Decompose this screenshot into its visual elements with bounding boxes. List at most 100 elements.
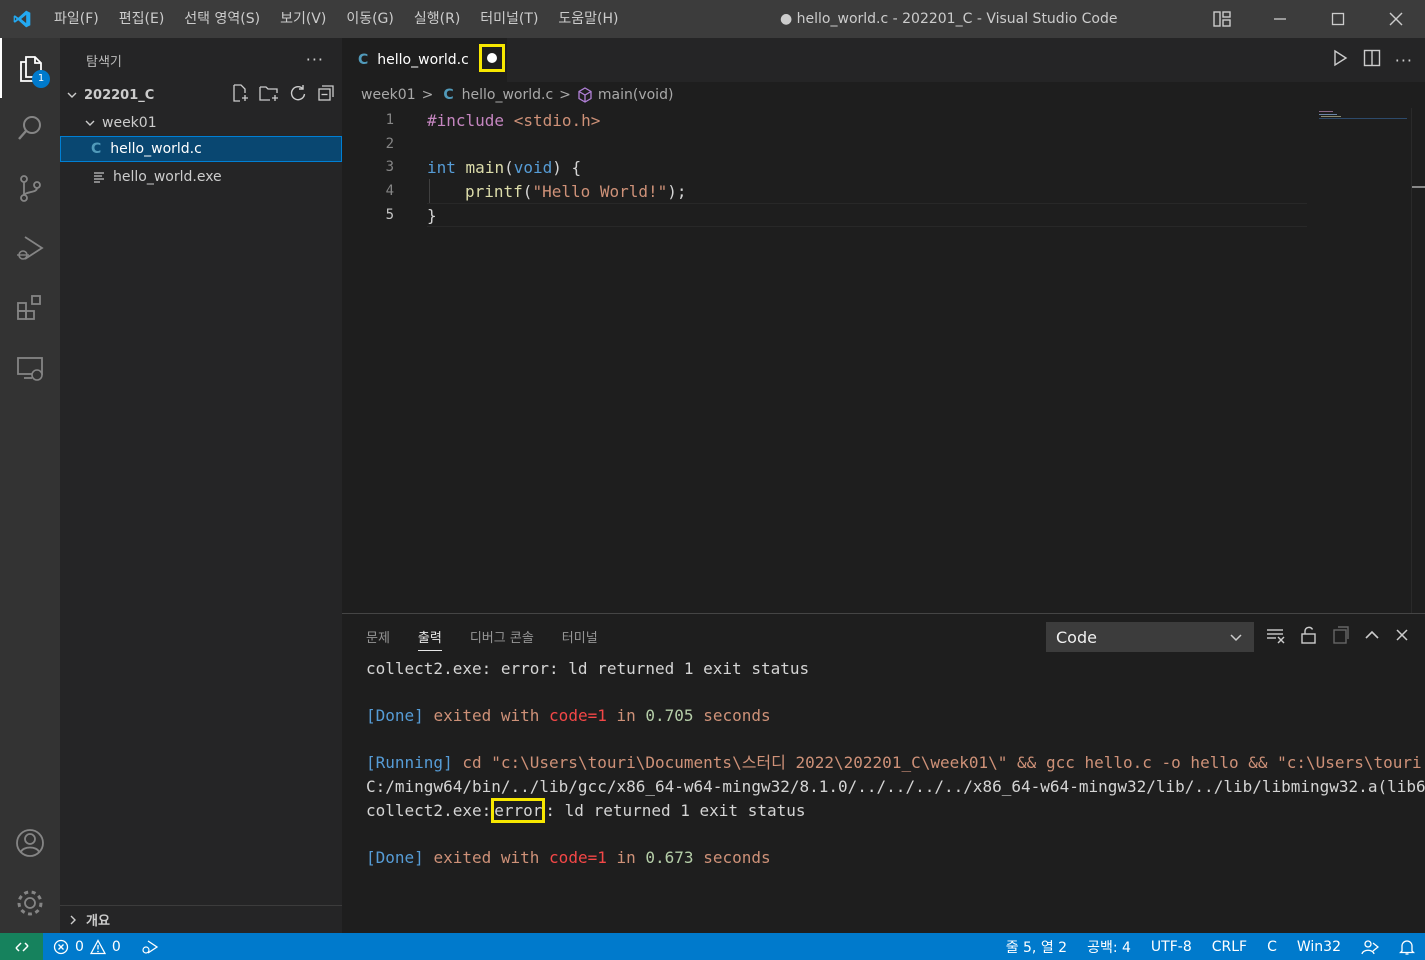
output-line: [Done] exited with code=1 in 0.673 secon… [366,846,771,869]
new-folder-icon[interactable] [258,83,280,107]
layout-icon[interactable] [1193,0,1251,38]
platform[interactable]: Win32 [1287,939,1351,955]
menu-selection[interactable]: 선택 영역(S) [174,0,270,38]
live-share-icon[interactable] [1351,939,1389,955]
c-file-icon: C [443,87,454,103]
breadcrumb-file[interactable]: hello_world.c [462,87,554,103]
code-token: void [513,157,553,177]
cursor-position[interactable]: 줄 5, 열 2 [996,937,1077,957]
collapse-all-icon[interactable] [316,83,336,107]
output-channel-select[interactable]: Code [1046,622,1254,652]
editor-scrollbar[interactable] [1411,108,1425,613]
tab-hello-world-c[interactable]: C hello_world.c [342,38,507,82]
file-hello-world-c[interactable]: C hello_world.c [60,136,342,162]
run-code-icon[interactable] [1331,49,1349,71]
close-panel-icon[interactable] [1394,627,1410,647]
code-token: ); [667,181,687,201]
output-token: code=1 [549,706,607,725]
code-line: 2 [342,132,1425,156]
menu-run[interactable]: 실행(R) [404,0,470,38]
code-token: ( [522,181,533,201]
chevron-right-icon: > [421,87,434,103]
new-file-icon[interactable] [230,83,250,107]
explorer-icon[interactable]: 1 [0,38,60,98]
explorer-sidebar: 탐색기 ··· 202201_C week01 C hello_world.c … [60,38,342,933]
output-channel-value: Code [1056,627,1097,647]
output-line: collect2.exe: error: ld returned 1 exit … [366,659,810,678]
minimize-icon[interactable] [1251,0,1309,38]
run-debug-icon[interactable] [0,218,60,278]
end-of-line[interactable]: CRLF [1202,939,1257,955]
c-file-icon: C [91,141,102,157]
close-icon[interactable] [1367,0,1425,38]
error-count: 0 [75,938,84,955]
chevron-down-icon [82,117,98,129]
extensions-icon[interactable] [0,278,60,338]
split-editor-icon[interactable] [1363,49,1381,71]
minimap[interactable] [1317,110,1409,122]
method-cube-icon [577,87,593,103]
output-token: seconds [703,706,771,725]
open-log-icon[interactable] [1332,626,1350,648]
notifications-bell-icon[interactable] [1389,939,1425,955]
output-token: 0.673 [645,848,694,867]
folder-week01[interactable]: week01 [60,110,342,136]
clear-output-icon[interactable] [1266,626,1286,648]
tab-label: hello_world.c [377,52,469,68]
line-number: 4 [385,183,394,199]
more-actions-icon[interactable]: ··· [306,50,324,69]
tab-output[interactable]: 출력 [417,627,442,651]
account-icon[interactable] [0,813,60,873]
menu-file[interactable]: 파일(F) [44,0,109,38]
maximize-panel-icon[interactable] [1364,627,1380,647]
file-hello-world-c-label: hello_world.c [110,141,202,157]
root-folder[interactable]: 202201_C [60,82,342,108]
menu-terminal[interactable]: 터미널(T) [470,0,548,38]
source-control-icon[interactable] [0,158,60,218]
tab-debug-console[interactable]: 디버그 콘솔 [470,627,534,646]
remote-explorer-icon[interactable] [0,338,60,398]
menu-edit[interactable]: 편집(E) [109,0,175,38]
output-line: [Running] cd "c:\Users\touri\Documents\스… [366,751,1422,774]
tab-terminal[interactable]: 터미널 [562,627,598,646]
output-token: 0.705 [645,706,694,725]
refresh-icon[interactable] [288,83,308,107]
warning-count: 0 [111,938,121,955]
unsaved-dot-highlight[interactable] [479,44,505,72]
menu-view[interactable]: 보기(V) [270,0,336,38]
breadcrumb-folder[interactable]: week01 [361,87,416,103]
outline-section[interactable]: 개요 [60,905,342,933]
remote-indicator-icon[interactable] [0,933,43,960]
more-actions-icon[interactable]: ··· [1395,51,1413,70]
menu-bar: 파일(F) 편집(E) 선택 영역(S) 보기(V) 이동(G) 실행(R) 터… [44,0,629,38]
encoding[interactable]: UTF-8 [1141,939,1202,955]
line-number: 5 [385,207,394,223]
file-hello-world-exe[interactable]: hello_world.exe [60,164,342,190]
output-line: [Done] exited with code=1 in 0.705 secon… [366,704,771,727]
code-token: ( [504,157,514,177]
search-icon[interactable] [0,98,60,158]
explorer-header: 탐색기 ··· [60,38,342,82]
code-token: main [465,157,505,177]
chevron-down-icon [1228,629,1244,649]
menu-go[interactable]: 이동(G) [336,0,404,38]
breadcrumb-symbol[interactable]: main(void) [598,87,674,103]
window-title: ● hello_world.c - 202201_C - Visual Stud… [780,11,1118,27]
line-number: 1 [385,112,394,128]
problems-status[interactable]: 0 0 [43,939,159,955]
tab-problems[interactable]: 문제 [366,627,390,646]
code-token: #include [427,110,505,130]
lock-icon[interactable] [1300,626,1318,648]
folder-week01-label: week01 [102,115,157,131]
debug-launch-icon[interactable] [141,939,159,955]
outline-label: 개요 [86,914,110,929]
error-icon [53,939,69,955]
language-mode[interactable]: C [1257,939,1287,955]
indentation[interactable]: 공백: 4 [1077,937,1141,957]
code-token: ) { [552,157,582,177]
menu-help[interactable]: 도움말(H) [548,0,628,38]
code-line: 1 #include <stdio.h> [342,108,1425,132]
maximize-icon[interactable] [1309,0,1367,38]
chevron-right-icon: > [559,87,571,103]
settings-gear-icon[interactable] [0,873,60,933]
